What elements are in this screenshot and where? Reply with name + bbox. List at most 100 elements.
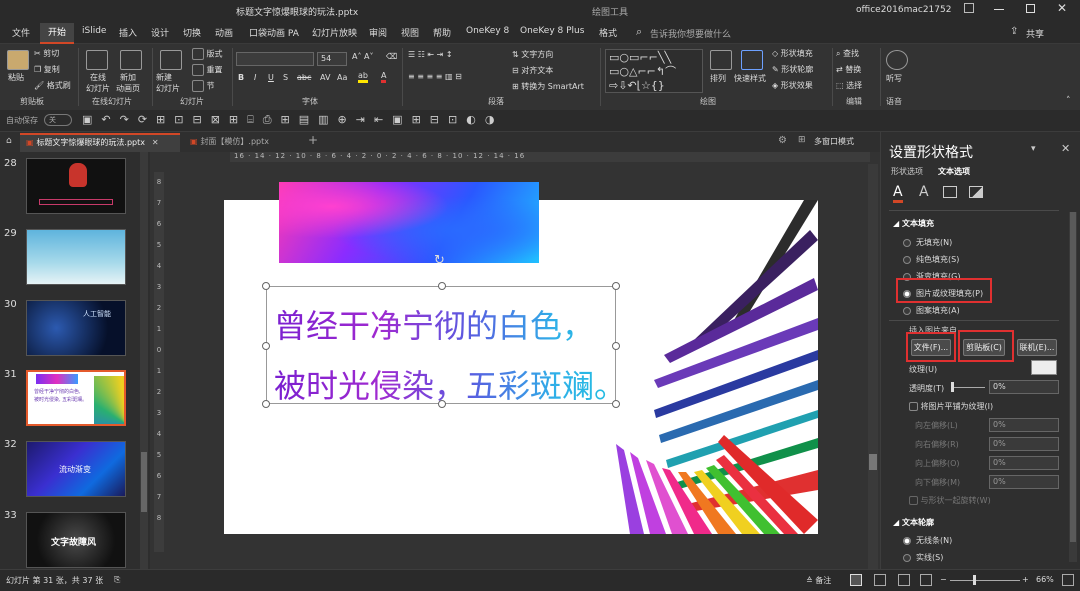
account-name[interactable]: office2016mac21752	[856, 5, 951, 15]
solid-line-option[interactable]: 实线(S)	[903, 552, 943, 562]
maximize-icon[interactable]	[1026, 4, 1035, 13]
online-button[interactable]: 联机(E)...	[1017, 339, 1057, 356]
grow-font-icon[interactable]: A˄ A˅	[352, 52, 374, 61]
qat-icons[interactable]: ▣↶↷⟳⊞⊡⊟⊠⊞⌸⎙⊞▤▥⊕⇥⇤▣⊞⊟⊡◐◑	[82, 113, 503, 127]
tab-design[interactable]: 设计	[151, 26, 169, 39]
tab-text-options[interactable]: 文本选项	[938, 166, 970, 177]
rotate-handle-icon[interactable]: ↻	[434, 253, 445, 268]
shapes-gallery[interactable]: ▭○▭⌐⌐╲╲ ▭○△⌐⌐↰⌒ ⇨⇩↶⌊☆{}	[605, 49, 703, 93]
transparency-input[interactable]: 0%	[989, 380, 1059, 394]
collapse-ribbon-icon[interactable]: ˄	[1066, 96, 1071, 106]
tab-islide[interactable]: iSlide	[82, 26, 106, 36]
share-button[interactable]: 共享	[1026, 27, 1044, 40]
tab-onekey8[interactable]: OneKey 8	[466, 26, 509, 36]
new-tab-icon[interactable]: +	[308, 133, 318, 147]
no-line-option[interactable]: 无线条(N)	[903, 535, 952, 546]
tell-me-search[interactable]: 告诉我你想要做什么	[650, 27, 731, 40]
clear-format-icon[interactable]: ⌫	[386, 52, 397, 61]
slide-thumbnail[interactable]	[26, 229, 126, 285]
doc-tab[interactable]: ▣ 封面【模仿】.pptx	[184, 135, 306, 152]
tab-review[interactable]: 审阅	[369, 26, 387, 39]
bold-button[interactable]: B	[238, 73, 244, 82]
resize-handle[interactable]	[262, 282, 270, 290]
offset-left-input[interactable]: 0%	[989, 418, 1059, 432]
slide-sorter-icon[interactable]	[874, 574, 886, 586]
font-size-input[interactable]: 54	[317, 52, 347, 66]
text-effects-icon[interactable]: A	[919, 184, 929, 200]
picture-icon[interactable]	[969, 186, 983, 198]
spellcheck-icon[interactable]: ⎘	[114, 575, 120, 585]
slideshow-icon[interactable]	[920, 574, 932, 586]
format-painter-button[interactable]: 🖌 格式刷	[34, 80, 71, 91]
solid-fill-option[interactable]: 纯色填充(S)	[903, 254, 959, 265]
font-name-input[interactable]	[236, 52, 314, 66]
normal-view-icon[interactable]	[850, 574, 862, 586]
doc-tab-active[interactable]: ▣ 标题文字惊爆眼球的玩法.pptx ✕	[20, 133, 180, 152]
shape-outline-button[interactable]: ✎ 形状轮廓	[772, 64, 813, 75]
quick-styles-icon[interactable]	[741, 50, 763, 70]
new-anim-icon[interactable]	[120, 50, 142, 70]
view-icon[interactable]: ⊞	[798, 135, 806, 145]
tab-file[interactable]: 文件	[12, 26, 30, 39]
italic-button[interactable]: I	[254, 73, 256, 82]
text-direction-button[interactable]: ⇅ 文字方向	[512, 49, 553, 60]
section-button[interactable]: 节	[192, 80, 215, 92]
reading-view-icon[interactable]	[898, 574, 910, 586]
slide-thumbnail-selected[interactable]: 曾经干净宁彻的白色, 被时光侵染, 五彩斑斓。	[26, 370, 126, 426]
tab-settings-icon[interactable]: ⚙	[778, 135, 787, 146]
new-slide-button[interactable]: 新建 幻灯片	[156, 72, 180, 94]
notes-button[interactable]: ≙ 备注	[806, 575, 831, 586]
home-icon[interactable]: ⌂	[6, 136, 12, 146]
dictate-button[interactable]: 听写	[886, 73, 902, 84]
reset-button[interactable]: 重置	[192, 64, 223, 76]
highlight-icon[interactable]: ab	[358, 71, 368, 83]
arrange-icon[interactable]	[710, 50, 732, 70]
gradient-banner-image[interactable]	[279, 182, 539, 263]
text-box-selection[interactable]	[262, 282, 620, 408]
replace-button[interactable]: ⇄ 替换	[836, 64, 861, 75]
resize-handle[interactable]	[612, 342, 620, 350]
texture-picker[interactable]	[1031, 360, 1057, 375]
resize-handle[interactable]	[612, 282, 620, 290]
char-spacing-button[interactable]: AV	[320, 73, 330, 82]
zoom-slider[interactable]	[950, 580, 1020, 581]
ribbon-display-icon[interactable]	[964, 3, 974, 13]
align-text-button[interactable]: ⊟ 对齐文本	[512, 65, 553, 76]
quick-styles-button[interactable]: 快速样式	[734, 73, 766, 84]
minimize-icon[interactable]	[994, 9, 1004, 10]
tab-close-icon[interactable]: ✕	[152, 138, 159, 147]
tile-checkbox[interactable]: 将图片平铺为纹理(I)	[909, 401, 993, 412]
zoom-slider-thumb[interactable]	[973, 575, 976, 585]
bullets-icon[interactable]: ☰ ☷ ⇤ ⇥ ↕	[408, 50, 453, 59]
zoom-out-icon[interactable]: −	[940, 575, 947, 584]
shape-fill-button[interactable]: ◇ 形状填充	[772, 48, 813, 59]
pane-scroll-thumb[interactable]	[1070, 212, 1076, 542]
tab-animations[interactable]: 动画	[215, 26, 233, 39]
offset-top-input[interactable]: 0%	[989, 456, 1059, 470]
tab-transitions[interactable]: 切换	[183, 26, 201, 39]
strikethrough-button[interactable]: abc	[297, 73, 311, 82]
fit-slide-icon[interactable]	[1062, 574, 1074, 586]
rotate-with-shape-checkbox[interactable]: 与形状一起旋转(W)	[909, 495, 991, 506]
select-button[interactable]: ⬚ 选择	[836, 80, 862, 91]
slide-thumbnail[interactable]: 流动渐变	[26, 441, 126, 497]
align-icons[interactable]: ≡ ≡ ≡ ≡ ▥ ⊟	[408, 72, 462, 81]
arrange-button[interactable]: 排列	[710, 73, 726, 84]
copy-button[interactable]: ❐ 复制	[34, 64, 60, 75]
tab-onekey8-plus[interactable]: OneKey 8 Plus	[520, 26, 584, 36]
tab-shape-options[interactable]: 形状选项	[891, 166, 923, 177]
tab-insert[interactable]: 插入	[119, 26, 137, 39]
shadow-button[interactable]: S	[283, 73, 288, 82]
resize-handle[interactable]	[438, 400, 446, 408]
smartart-button[interactable]: ⊞ 转换为 SmartArt	[512, 81, 584, 92]
text-fill-section[interactable]: ◢ 文本填充	[893, 218, 934, 229]
tab-pocket-animation[interactable]: 口袋动画 PA	[249, 26, 299, 39]
online-slides-icon[interactable]	[86, 50, 108, 70]
slide-thumbnail[interactable]: 人工智能	[26, 300, 126, 356]
resize-handle[interactable]	[262, 400, 270, 408]
resize-handle[interactable]	[438, 282, 446, 290]
offset-right-input[interactable]: 0%	[989, 437, 1059, 451]
thumb-scroll-thumb[interactable]	[141, 452, 147, 512]
font-color-icon[interactable]: A	[381, 71, 387, 83]
tab-home[interactable]: 开始	[40, 23, 75, 44]
